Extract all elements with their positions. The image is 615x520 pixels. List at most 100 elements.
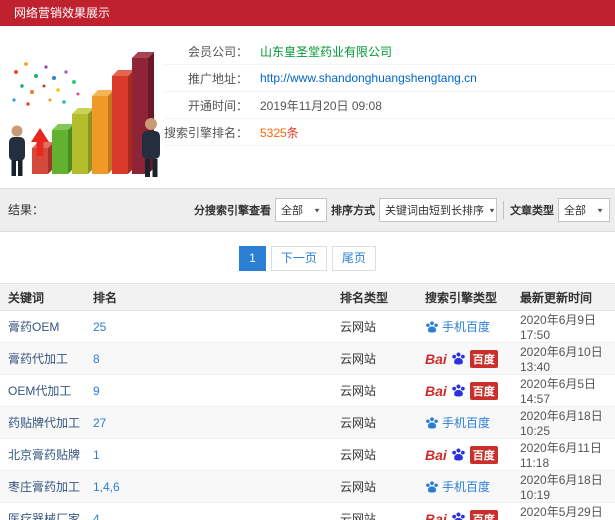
results-table-body: 膏药OEM 25 云网站 手机百度 2020年6月9日 17:50 膏药代加工 … xyxy=(0,310,615,520)
chevron-down-icon: ▼ xyxy=(313,206,321,214)
chevron-down-icon: ▼ xyxy=(488,206,496,214)
mobile-baidu-logo: 手机百度 xyxy=(425,318,490,335)
company-link[interactable]: 山东皇圣堂药业有限公司 xyxy=(260,45,392,59)
article-type-select[interactable]: 全部 ▼ xyxy=(558,198,610,222)
info-row-opened: 开通时间： 2019年11月20日 09:08 xyxy=(164,92,615,119)
article-type-value: 全部 xyxy=(564,205,586,217)
chevron-down-icon: ▼ xyxy=(596,206,604,214)
baidu-paw-icon xyxy=(425,416,439,430)
info-row-company: 会员公司： 山东皇圣堂药业有限公司 xyxy=(164,38,615,65)
article-type-label: 文章类型 xyxy=(510,205,554,217)
filter-controls: 分搜索引擎查看 全部 ▼ 排序方式 关键词由短到长排序 ▼ 文章类型 全部 ▼ … xyxy=(192,189,615,231)
rank-link[interactable]: 1,4,6 xyxy=(93,480,120,494)
updated-cell: 2020年6月9日 17:50 xyxy=(512,310,615,343)
mobile-baidu-label: 手机百度 xyxy=(442,416,491,430)
rank-type-cell: 云网站 xyxy=(332,502,417,520)
keyword-cell: OEM代加工 xyxy=(0,374,85,407)
baidu-logo: Bai 百度 xyxy=(425,349,498,368)
result-label: 结果： xyxy=(8,203,45,217)
baidu-paw-icon xyxy=(451,383,466,398)
rank-link[interactable]: 25 xyxy=(93,320,106,334)
baidu-paw-icon xyxy=(425,320,439,334)
baidu-logo: Bai 百度 xyxy=(425,509,498,520)
baidu-paw-icon xyxy=(451,447,466,462)
growth-chart-graphic xyxy=(9,52,160,177)
col-rank: 排名 xyxy=(85,283,332,311)
baidu-paw-icon xyxy=(451,351,466,366)
keyword-cell: 药贴牌代加工 xyxy=(0,406,85,439)
engine-filter-select[interactable]: 全部 ▼ xyxy=(275,198,327,222)
rank-type-cell: 云网站 xyxy=(332,342,417,375)
page-title: 网络营销效果展示 xyxy=(0,0,615,26)
table-row: 北京膏药贴牌 1 云网站 Bai 百度 2020年6月11日 11:18 xyxy=(0,438,615,471)
updated-cell: 2020年6月10日 13:40 xyxy=(512,342,615,375)
col-rank-type: 排名类型 xyxy=(332,283,417,311)
table-row: OEM代加工 9 云网站 Bai 百度 2020年6月5日 14:57 xyxy=(0,374,615,407)
updated-cell: 2020年6月11日 11:18 xyxy=(512,438,615,471)
engine-cell: Bai 百度 xyxy=(425,509,498,520)
baidu-wordmark: Bai xyxy=(425,510,447,520)
member-info-list: 会员公司： 山东皇圣堂药业有限公司 推广地址： http://www.shand… xyxy=(164,38,615,146)
baidu-logo: Bai 百度 xyxy=(425,381,498,400)
updated-cell: 2020年6月5日 14:57 xyxy=(512,374,615,407)
engine-cell: Bai 百度 xyxy=(425,381,498,400)
table-header-row: 关键词 排名 排名类型 搜索引擎类型 最新更新时间 xyxy=(0,283,615,311)
baidu-wordmark: Bai xyxy=(425,350,447,367)
rank-type-cell: 云网站 xyxy=(332,406,417,439)
mobile-baidu-label: 手机百度 xyxy=(442,320,491,334)
baidu-paw-icon xyxy=(451,511,466,520)
col-engine-type: 搜索引擎类型 xyxy=(417,283,512,311)
table-row: 膏药OEM 25 云网站 手机百度 2020年6月9日 17:50 xyxy=(0,310,615,343)
baidu-logo: Bai 百度 xyxy=(425,445,498,464)
baidu-wordmark: Bai xyxy=(425,382,447,399)
rank-type-cell: 云网站 xyxy=(332,470,417,503)
opened-label: 开通时间： xyxy=(187,98,248,113)
results-table: 关键词 排名 排名类型 搜索引擎类型 最新更新时间 膏药OEM 25 云网站 手… xyxy=(0,283,615,520)
confetti-dots xyxy=(12,62,80,106)
col-updated: 最新更新时间 xyxy=(512,283,615,311)
page-last[interactable]: 尾页 xyxy=(331,246,376,271)
rank-type-cell: 云网站 xyxy=(332,374,417,407)
divider xyxy=(503,201,504,219)
info-section: 会员公司： 山东皇圣堂药业有限公司 推广地址： http://www.shand… xyxy=(0,26,615,184)
engine-filter-value: 全部 xyxy=(281,205,303,217)
baidu-chinese-label: 百度 xyxy=(469,509,498,520)
engine-cell: Bai 百度 xyxy=(425,445,498,464)
page-next[interactable]: 下一页 xyxy=(270,246,327,271)
keyword-cell: 医疗器械厂家 xyxy=(0,502,85,520)
table-row: 枣庄膏药加工 1,4,6 云网站 手机百度 2020年6月18日 10:19 xyxy=(0,470,615,503)
updated-cell: 2020年5月29日 10:32 xyxy=(512,502,615,520)
table-row: 药贴牌代加工 27 云网站 手机百度 2020年6月18日 10:25 xyxy=(0,406,615,439)
engine-cell: 手机百度 xyxy=(425,318,490,335)
rank-link[interactable]: 8 xyxy=(93,352,100,366)
keyword-cell: 膏药代加工 xyxy=(0,342,85,375)
site-label: 推广地址： xyxy=(187,71,248,86)
sort-filter-select[interactable]: 关键词由短到长排序 ▼ xyxy=(379,198,497,222)
promotion-url-link[interactable]: http://www.shandonghuangshengtang.cn xyxy=(260,71,477,85)
baidu-chinese-label: 百度 xyxy=(469,445,498,464)
mobile-baidu-logo: 手机百度 xyxy=(425,414,490,431)
sort-filter-label: 排序方式 xyxy=(331,205,375,217)
rank-link[interactable]: 27 xyxy=(93,416,106,430)
businessman-left xyxy=(9,125,25,176)
growth-chart-illustration xyxy=(2,34,164,182)
rank-link[interactable]: 9 xyxy=(93,384,100,398)
col-keyword: 关键词 xyxy=(0,283,85,311)
page-current[interactable]: 1 xyxy=(239,246,266,271)
baidu-chinese-label: 百度 xyxy=(469,381,498,400)
engine-filter-label: 分搜索引擎查看 xyxy=(194,205,271,217)
opened-value: 2019年11月20日 09:08 xyxy=(260,98,382,113)
engine-cell: Bai 百度 xyxy=(425,349,498,368)
mobile-baidu-label: 手机百度 xyxy=(442,480,491,494)
keyword-cell: 膏药OEM xyxy=(0,310,85,343)
pagination: 1 下一页 尾页 xyxy=(0,246,615,271)
updated-cell: 2020年6月18日 10:19 xyxy=(512,470,615,503)
rank-link[interactable]: 4 xyxy=(93,512,100,520)
info-row-site: 推广地址： http://www.shandonghuangshengtang.… xyxy=(164,65,615,92)
rank-count-value: 5325 xyxy=(260,125,287,140)
filter-bar: 结果： 分搜索引擎查看 全部 ▼ 排序方式 关键词由短到长排序 ▼ 文章类型 全… xyxy=(0,188,615,232)
rank-link[interactable]: 1 xyxy=(93,448,100,462)
engine-cell: 手机百度 xyxy=(425,414,490,431)
baidu-chinese-label: 百度 xyxy=(469,349,498,368)
table-row: 医疗器械厂家 4 云网站 Bai 百度 2020年5月29日 10:32 xyxy=(0,502,615,520)
